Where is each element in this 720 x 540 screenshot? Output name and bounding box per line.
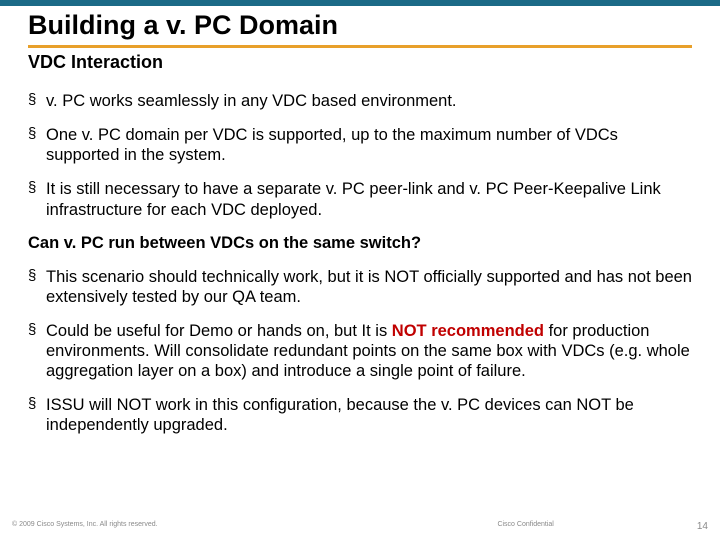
bullet-item: ISSU will NOT work in this configuration… xyxy=(28,395,692,435)
question-text: Can v. PC run between VDCs on the same s… xyxy=(28,234,692,253)
slide-subtitle: VDC Interaction xyxy=(28,52,692,73)
bullet-item: v. PC works seamlessly in any VDC based … xyxy=(28,91,692,111)
slide-footer: © 2009 Cisco Systems, Inc. All rights re… xyxy=(0,521,720,532)
bullet-list-1: v. PC works seamlessly in any VDC based … xyxy=(28,91,692,220)
slide-title: Building a v. PC Domain xyxy=(28,10,692,41)
bullet-item: This scenario should technically work, b… xyxy=(28,267,692,307)
footer-confidential: Cisco Confidential xyxy=(354,521,696,532)
not-recommended-emphasis: NOT recommended xyxy=(392,322,544,340)
footer-copyright: © 2009 Cisco Systems, Inc. All rights re… xyxy=(12,521,354,532)
bullet-item: One v. PC domain per VDC is supported, u… xyxy=(28,125,692,165)
bullet-item: It is still necessary to have a separate… xyxy=(28,179,692,219)
bullet-list-2: This scenario should technically work, b… xyxy=(28,267,692,436)
footer-page-number: 14 xyxy=(697,521,708,532)
slide-content: Building a v. PC Domain VDC Interaction … xyxy=(0,6,720,436)
bullet-text-pre: Could be useful for Demo or hands on, bu… xyxy=(46,322,392,340)
bullet-item: Could be useful for Demo or hands on, bu… xyxy=(28,321,692,381)
title-underline xyxy=(28,45,692,48)
